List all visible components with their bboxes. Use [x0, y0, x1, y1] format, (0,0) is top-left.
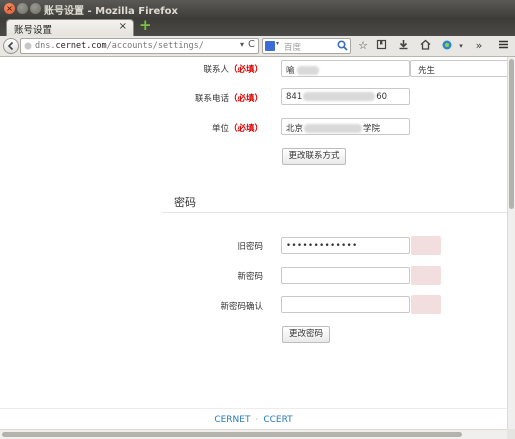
old-password-label: 旧密码	[237, 242, 263, 252]
contact-phone-label: 联系电话（必填）	[194, 94, 263, 104]
page-content: 联系人（必填） 喻 先生 联系电话（必填） 841 60 单位（必填） 北京 学院 …	[0, 57, 507, 429]
organization-label: 单位（必填）	[211, 124, 263, 134]
window-close-button[interactable]: ×	[4, 3, 15, 14]
navigation-toolbar: dns.cernet.com/accounts/settings/ ▾ C ▾ …	[0, 36, 515, 57]
window-title: 账号设置 - Mozilla Firefox	[44, 6, 178, 17]
tab-strip: 账号设置 × +	[0, 17, 515, 36]
search-icon[interactable]	[337, 40, 348, 51]
search-input[interactable]: 百度	[284, 41, 301, 53]
search-engine-icon[interactable]	[265, 41, 275, 51]
organization-field[interactable]: 北京 学院	[281, 118, 410, 135]
footer: CERNET · CCERT	[0, 415, 507, 425]
old-password-input[interactable]: •••••••••••••	[281, 237, 410, 254]
home-icon[interactable]	[418, 39, 432, 53]
update-contact-button[interactable]: 更改联系方式	[282, 148, 346, 165]
vertical-scrollbar[interactable]	[507, 57, 515, 429]
confirm-password-input[interactable]	[281, 296, 410, 313]
tab-account-settings[interactable]: 账号设置 ×	[6, 19, 134, 36]
reload-icon[interactable]: C	[248, 39, 255, 50]
contact-name-label: 联系人（必填）	[203, 65, 263, 75]
back-arrow-icon	[7, 41, 14, 51]
menu-icon[interactable]	[496, 39, 510, 53]
footer-separator: ·	[255, 415, 259, 425]
back-button[interactable]	[3, 38, 19, 54]
new-password-feedback	[411, 266, 441, 285]
site-identity-icon[interactable]	[24, 41, 32, 51]
confirm-password-feedback	[411, 295, 441, 314]
bookmark-star-icon[interactable]: ☆	[356, 39, 370, 53]
contact-phone-field[interactable]: 841 60	[281, 88, 410, 105]
old-password-feedback	[411, 236, 441, 255]
update-password-button[interactable]: 更改密码	[282, 326, 330, 343]
addon-dropdown-icon[interactable]: ▾	[454, 39, 468, 53]
url-text[interactable]: dns.cernet.com/accounts/settings/	[35, 41, 204, 51]
url-history-dropdown-icon[interactable]: ▾	[240, 40, 244, 49]
footer-divider	[0, 408, 507, 409]
address-bar[interactable]: dns.cernet.com/accounts/settings/ ▾ C	[20, 38, 259, 54]
horizontal-scrollbar[interactable]	[0, 429, 507, 439]
password-section-title: 密码	[174, 196, 196, 209]
search-bar[interactable]: ▾ 百度	[262, 38, 351, 54]
scrollbar-corner	[507, 429, 515, 439]
contact-name-field[interactable]: 喻	[281, 60, 410, 77]
search-engine-dropdown-icon[interactable]: ▾	[276, 40, 279, 47]
new-tab-button[interactable]: +	[139, 18, 152, 33]
horizontal-scrollbar-thumb[interactable]	[2, 432, 462, 437]
window-minimize-button[interactable]	[17, 3, 28, 14]
overflow-chevron-icon[interactable]: »	[472, 39, 486, 53]
new-password-input[interactable]	[281, 267, 410, 284]
confirm-password-label: 新密码确认	[220, 302, 263, 312]
new-password-label: 新密码	[237, 272, 263, 282]
footer-link-ccert[interactable]: CCERT	[263, 415, 292, 425]
contact-title-field[interactable]: 先生	[410, 60, 507, 77]
footer-link-cernet[interactable]: CERNET	[214, 415, 250, 425]
vertical-scrollbar-thumb[interactable]	[509, 59, 514, 209]
addon-icon[interactable]	[440, 39, 454, 53]
bookmarks-menu-icon[interactable]	[374, 39, 388, 53]
downloads-icon[interactable]	[396, 39, 410, 53]
window-titlebar: × 账号设置 - Mozilla Firefox	[0, 0, 515, 17]
tab-label: 账号设置	[14, 25, 53, 36]
tab-close-icon[interactable]: ×	[119, 21, 127, 32]
section-divider	[162, 212, 507, 213]
window-maximize-button[interactable]	[30, 3, 41, 14]
